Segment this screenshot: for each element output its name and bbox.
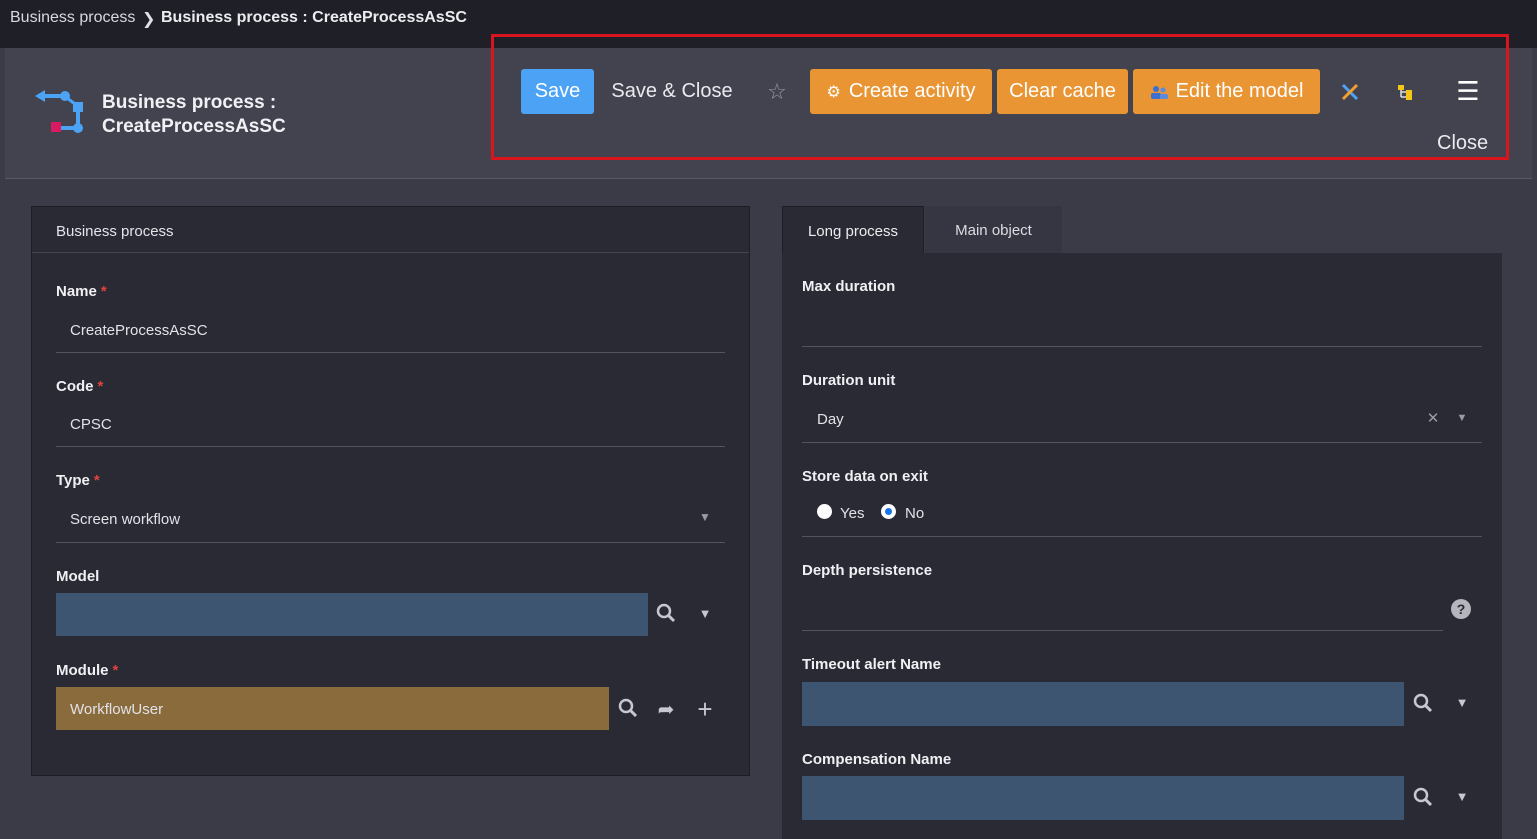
module-open-icon[interactable]: ➦ <box>654 697 678 722</box>
radio-no[interactable] <box>881 504 896 519</box>
tab-bar: Long process Main object <box>782 206 1502 253</box>
duration-unit-underline <box>802 442 1482 443</box>
depth-persistence-field[interactable] <box>802 630 1443 631</box>
type-label: Type * <box>56 472 100 489</box>
max-duration-field[interactable] <box>802 346 1482 347</box>
module-add-icon[interactable]: + <box>693 694 717 725</box>
tab-long-process[interactable]: Long process <box>782 206 924 253</box>
duration-unit-label: Duration unit <box>802 372 896 389</box>
type-select[interactable]: Screen workflow <box>70 511 180 528</box>
max-duration-label: Max duration <box>802 278 896 295</box>
compensation-search-icon[interactable] <box>1411 787 1435 812</box>
depth-persistence-label: Depth persistence <box>802 562 933 579</box>
timeout-search-icon[interactable] <box>1411 693 1435 718</box>
page-title: Business process : CreateProcessAsSC <box>102 92 286 137</box>
radio-yes-label[interactable]: Yes <box>840 505 864 522</box>
name-label: Name * <box>56 283 107 300</box>
compensation-input[interactable] <box>802 776 1404 820</box>
timeout-dropdown-icon[interactable]: ▼ <box>1450 695 1474 710</box>
module-label: Module * <box>56 662 119 679</box>
compensation-label: Compensation Name <box>802 751 952 768</box>
model-label: Model <box>56 568 100 585</box>
model-input[interactable] <box>56 593 648 636</box>
clear-icon[interactable]: ✕ <box>1421 409 1445 427</box>
module-search-icon[interactable] <box>616 698 640 723</box>
radio-no-label[interactable]: No <box>905 505 924 522</box>
timeout-alert-input[interactable] <box>802 682 1404 726</box>
code-field[interactable]: CPSC <box>70 416 112 433</box>
panel-title: Business process <box>32 207 749 253</box>
code-label: Code * <box>56 378 104 395</box>
store-data-label: Store data on exit <box>802 468 928 485</box>
breadcrumb-separator-icon: ❯ <box>142 11 156 28</box>
model-dropdown-icon[interactable]: ▼ <box>693 606 717 621</box>
module-value: WorkflowUser <box>70 701 164 718</box>
toolbar-highlight <box>491 34 1509 160</box>
type-dropdown-icon[interactable]: ▼ <box>693 510 717 524</box>
code-underline <box>56 446 725 447</box>
timeout-alert-label: Timeout alert Name <box>802 656 941 673</box>
breadcrumb-current: Business process : CreateProcessAsSC <box>161 9 467 26</box>
duration-unit-select[interactable]: Day <box>817 411 844 428</box>
type-underline <box>56 542 725 543</box>
compensation-dropdown-icon[interactable]: ▼ <box>1450 789 1474 804</box>
duration-unit-dropdown-icon[interactable]: ▼ <box>1450 412 1474 424</box>
model-search-icon[interactable] <box>654 603 678 628</box>
breadcrumb-parent[interactable]: Business process <box>10 9 135 27</box>
store-data-underline <box>802 536 1482 537</box>
tab-main-object[interactable]: Main object <box>925 206 1062 253</box>
help-icon[interactable]: ? <box>1451 599 1471 619</box>
name-underline <box>56 352 725 353</box>
radio-yes[interactable] <box>817 504 832 519</box>
name-field[interactable]: CreateProcessAsSC <box>70 322 208 339</box>
business-process-icon <box>35 90 83 133</box>
